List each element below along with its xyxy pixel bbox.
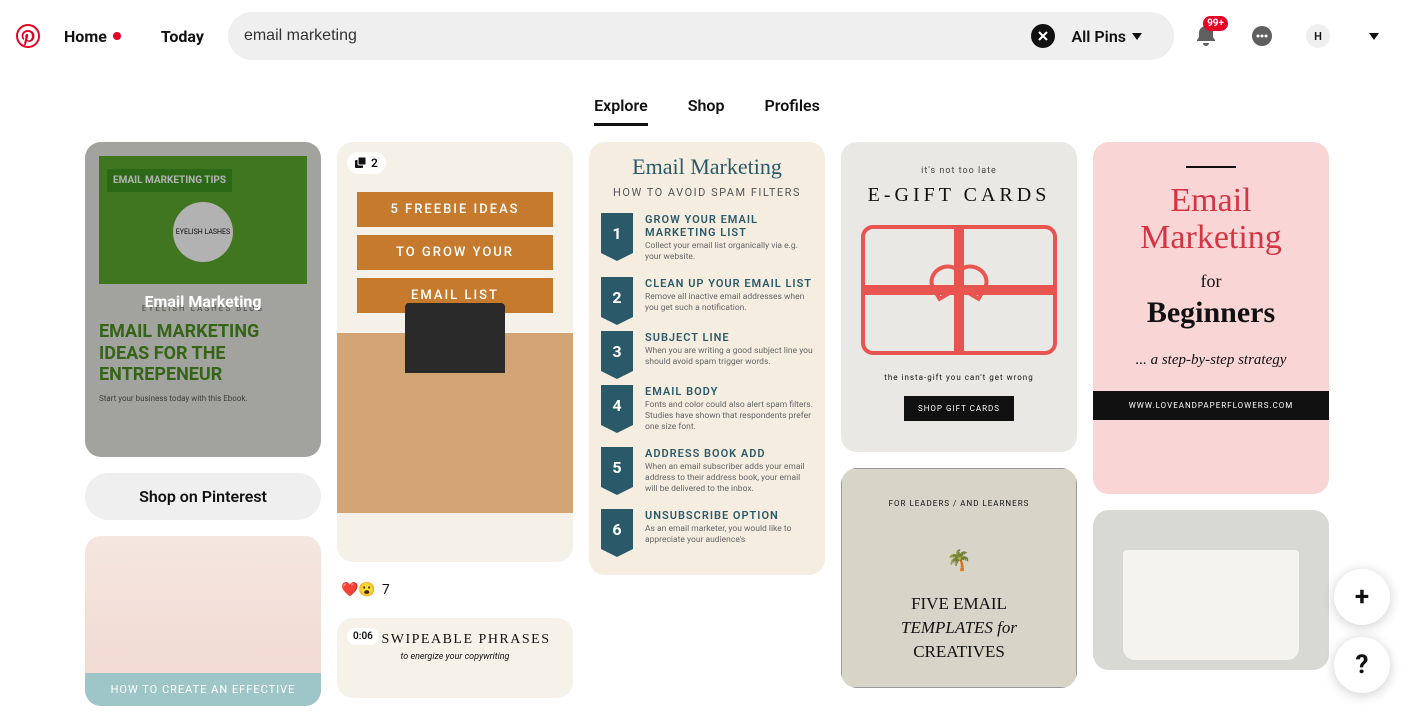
- grid-column: EMAIL MARKETING TIPS EYELISH LASHES EYEL…: [85, 142, 321, 706]
- pin-footer: WWW.LOVEANDPAPERFLOWERS.COM: [1093, 391, 1329, 420]
- pin-freebie-ideas[interactable]: 2 5 FREEBIE IDEAS TO GROW YOUR EMAIL LIS…: [337, 142, 573, 562]
- search-input[interactable]: [244, 27, 1032, 45]
- messages-button[interactable]: [1238, 12, 1286, 60]
- pin-title: Email Marketing: [601, 154, 813, 180]
- pin-text-line: TO GROW YOUR: [357, 235, 553, 270]
- pin-email-marketing-topic[interactable]: EMAIL MARKETING TIPS EYELISH LASHES EYEL…: [85, 142, 321, 457]
- pin-spam-filters[interactable]: Email Marketing HOW TO AVOID SPAM FILTER…: [589, 142, 825, 575]
- pin-subtitle: to energize your copywriting: [351, 652, 559, 662]
- step-heading: CLEAN UP YOUR EMAIL LIST: [645, 277, 813, 290]
- tab-profiles[interactable]: Profiles: [764, 88, 819, 126]
- pin-subtitle: Start your business today with this Eboo…: [99, 394, 307, 403]
- pin-reactions[interactable]: ❤️😮 7: [337, 578, 573, 602]
- step-heading: UNSUBSCRIBE OPTION: [645, 509, 813, 522]
- grid-column: it's not too late E-GIFT CARDS the insta…: [841, 142, 1077, 688]
- pin-text: for: [1117, 271, 1305, 292]
- step-number: 5: [601, 447, 633, 487]
- pin-circle-text: EYELISH LASHES: [173, 202, 233, 262]
- step-number: 4: [601, 385, 633, 425]
- step-desc: When you are writing a good subject line…: [645, 346, 813, 368]
- pin-subtitle: HOW TO AVOID SPAM FILTERS: [601, 186, 813, 199]
- step-desc: Collect your email list organically via …: [645, 241, 813, 263]
- home-label: Home: [64, 27, 107, 46]
- topic-overlay-label: Email Marketing: [85, 292, 321, 311]
- pin-email-templates[interactable]: FOR LEADERS / AND LEARNERS 🌴 FIVE EMAIL …: [841, 468, 1077, 688]
- pin-title: Email Marketing: [1117, 182, 1305, 257]
- step-number: 1: [601, 213, 633, 253]
- step-number: 6: [601, 509, 633, 549]
- step-heading: EMAIL BODY: [645, 385, 813, 398]
- reaction-count: 7: [382, 582, 390, 598]
- list-item: 6 UNSUBSCRIBE OPTION As an email marketer,…: [601, 509, 813, 549]
- pin-grid: EMAIL MARKETING TIPS EYELISH LASHES EYEL…: [0, 142, 1414, 706]
- pin-title: 16 SWIPEABLE PHRASES: [351, 632, 559, 648]
- pin-tagline: it's not too late: [861, 166, 1057, 176]
- pin-banner-text: HOW TO CREATE AN EFFECTIVE: [85, 673, 321, 706]
- chevron-down-icon: [1132, 33, 1142, 40]
- search-bar: All Pins: [228, 12, 1174, 60]
- step-desc: Remove all inactive email addresses when…: [645, 292, 813, 314]
- grid-column: Email Marketing for Beginners ... a step…: [1093, 142, 1329, 670]
- pin-email-beginners[interactable]: Email Marketing for Beginners ... a step…: [1093, 142, 1329, 494]
- step-heading: SUBJECT LINE: [645, 331, 813, 344]
- avatar: H: [1306, 24, 1330, 48]
- step-desc: Fonts and color could also alert spam fi…: [645, 400, 813, 433]
- divider-icon: [1186, 166, 1236, 168]
- filter-label: All Pins: [1071, 27, 1126, 46]
- search-tabs: Explore Shop Profiles: [0, 72, 1414, 142]
- reaction-emoji: ❤️😮: [341, 582, 376, 598]
- list-item: 2 CLEAN UP YOUR EMAIL LIST Remove all inac…: [601, 277, 813, 317]
- list-item: 5 ADDRESS BOOK ADD When an email subscribe…: [601, 447, 813, 495]
- account-options-button[interactable]: [1350, 12, 1398, 60]
- chevron-down-icon: [1369, 33, 1379, 40]
- pin-tote-bag[interactable]: [1093, 510, 1329, 670]
- video-duration: 0:06: [347, 628, 379, 645]
- pin-cta-text: SHOP GIFT CARDS: [904, 396, 1014, 421]
- grid-column: 2 5 FREEBIE IDEAS TO GROW YOUR EMAIL LIS…: [337, 142, 573, 698]
- today-nav[interactable]: Today: [145, 15, 220, 58]
- count-value: 2: [371, 156, 378, 170]
- step-desc: When an email subscriber adds your email…: [645, 462, 813, 495]
- help-button[interactable]: ?: [1334, 637, 1390, 693]
- pin-text: Beginners: [1117, 296, 1305, 330]
- pinterest-logo[interactable]: [16, 24, 40, 48]
- pin-main-title: EMAIL MARKETING IDEAS FOR THE ENTREPENEU…: [99, 321, 307, 386]
- pin-title: FIVE EMAIL TEMPLATES for CREATIVES: [862, 592, 1056, 663]
- home-nav[interactable]: Home: [48, 15, 137, 58]
- step-desc: As an email marketer, you would like to …: [645, 524, 813, 546]
- filter-dropdown[interactable]: All Pins: [1055, 27, 1158, 46]
- gift-card-icon: [861, 225, 1057, 355]
- pin-title: E-GIFT CARDS: [861, 184, 1057, 207]
- bag-illustration: [1123, 550, 1299, 660]
- shop-on-pinterest-button[interactable]: Shop on Pinterest: [85, 473, 321, 520]
- create-button[interactable]: +: [1334, 569, 1390, 625]
- notification-badge: 99+: [1203, 16, 1228, 31]
- pin-subtitle: ... a step-by-step strategy: [1117, 352, 1305, 369]
- pin-effective-flatlay[interactable]: HOW TO CREATE AN EFFECTIVE: [85, 536, 321, 706]
- clear-search-button[interactable]: [1031, 24, 1055, 48]
- header: Home Today All Pins 99+ H: [0, 0, 1414, 72]
- list-item: 1 GROW YOUR EMAIL MARKETING LISTCollect y…: [601, 213, 813, 263]
- pin-swipeable-phrases[interactable]: 0:06 16 SWIPEABLE PHRASES to energize yo…: [337, 618, 573, 698]
- pin-badge-text: EMAIL MARKETING TIPS: [107, 169, 232, 192]
- pin-tagline: the insta-gift you can't get wrong: [861, 373, 1057, 382]
- pin-tagline: FOR LEADERS / AND LEARNERS: [862, 499, 1056, 508]
- notification-dot-icon: [113, 32, 121, 40]
- list-item: 3 SUBJECT LINE When you are writing a good…: [601, 331, 813, 371]
- step-number: 3: [601, 331, 633, 371]
- grid-column: Email Marketing HOW TO AVOID SPAM FILTER…: [589, 142, 825, 575]
- list-item: 4 EMAIL BODY Fonts and color could also al…: [601, 385, 813, 433]
- step-heading: ADDRESS BOOK ADD: [645, 447, 813, 460]
- tab-explore[interactable]: Explore: [594, 88, 648, 126]
- step-heading: GROW YOUR EMAIL MARKETING LIST: [645, 213, 813, 239]
- step-number: 2: [601, 277, 633, 317]
- pin-collection-count: 2: [347, 152, 386, 174]
- notifications-button[interactable]: 99+: [1182, 12, 1230, 60]
- pin-egift-cards[interactable]: it's not too late E-GIFT CARDS the insta…: [841, 142, 1077, 452]
- palm-icon: 🌴: [862, 548, 1056, 572]
- pin-text-line: 5 FREEBIE IDEAS: [357, 192, 553, 227]
- tab-shop[interactable]: Shop: [688, 88, 725, 126]
- account-button[interactable]: H: [1294, 12, 1342, 60]
